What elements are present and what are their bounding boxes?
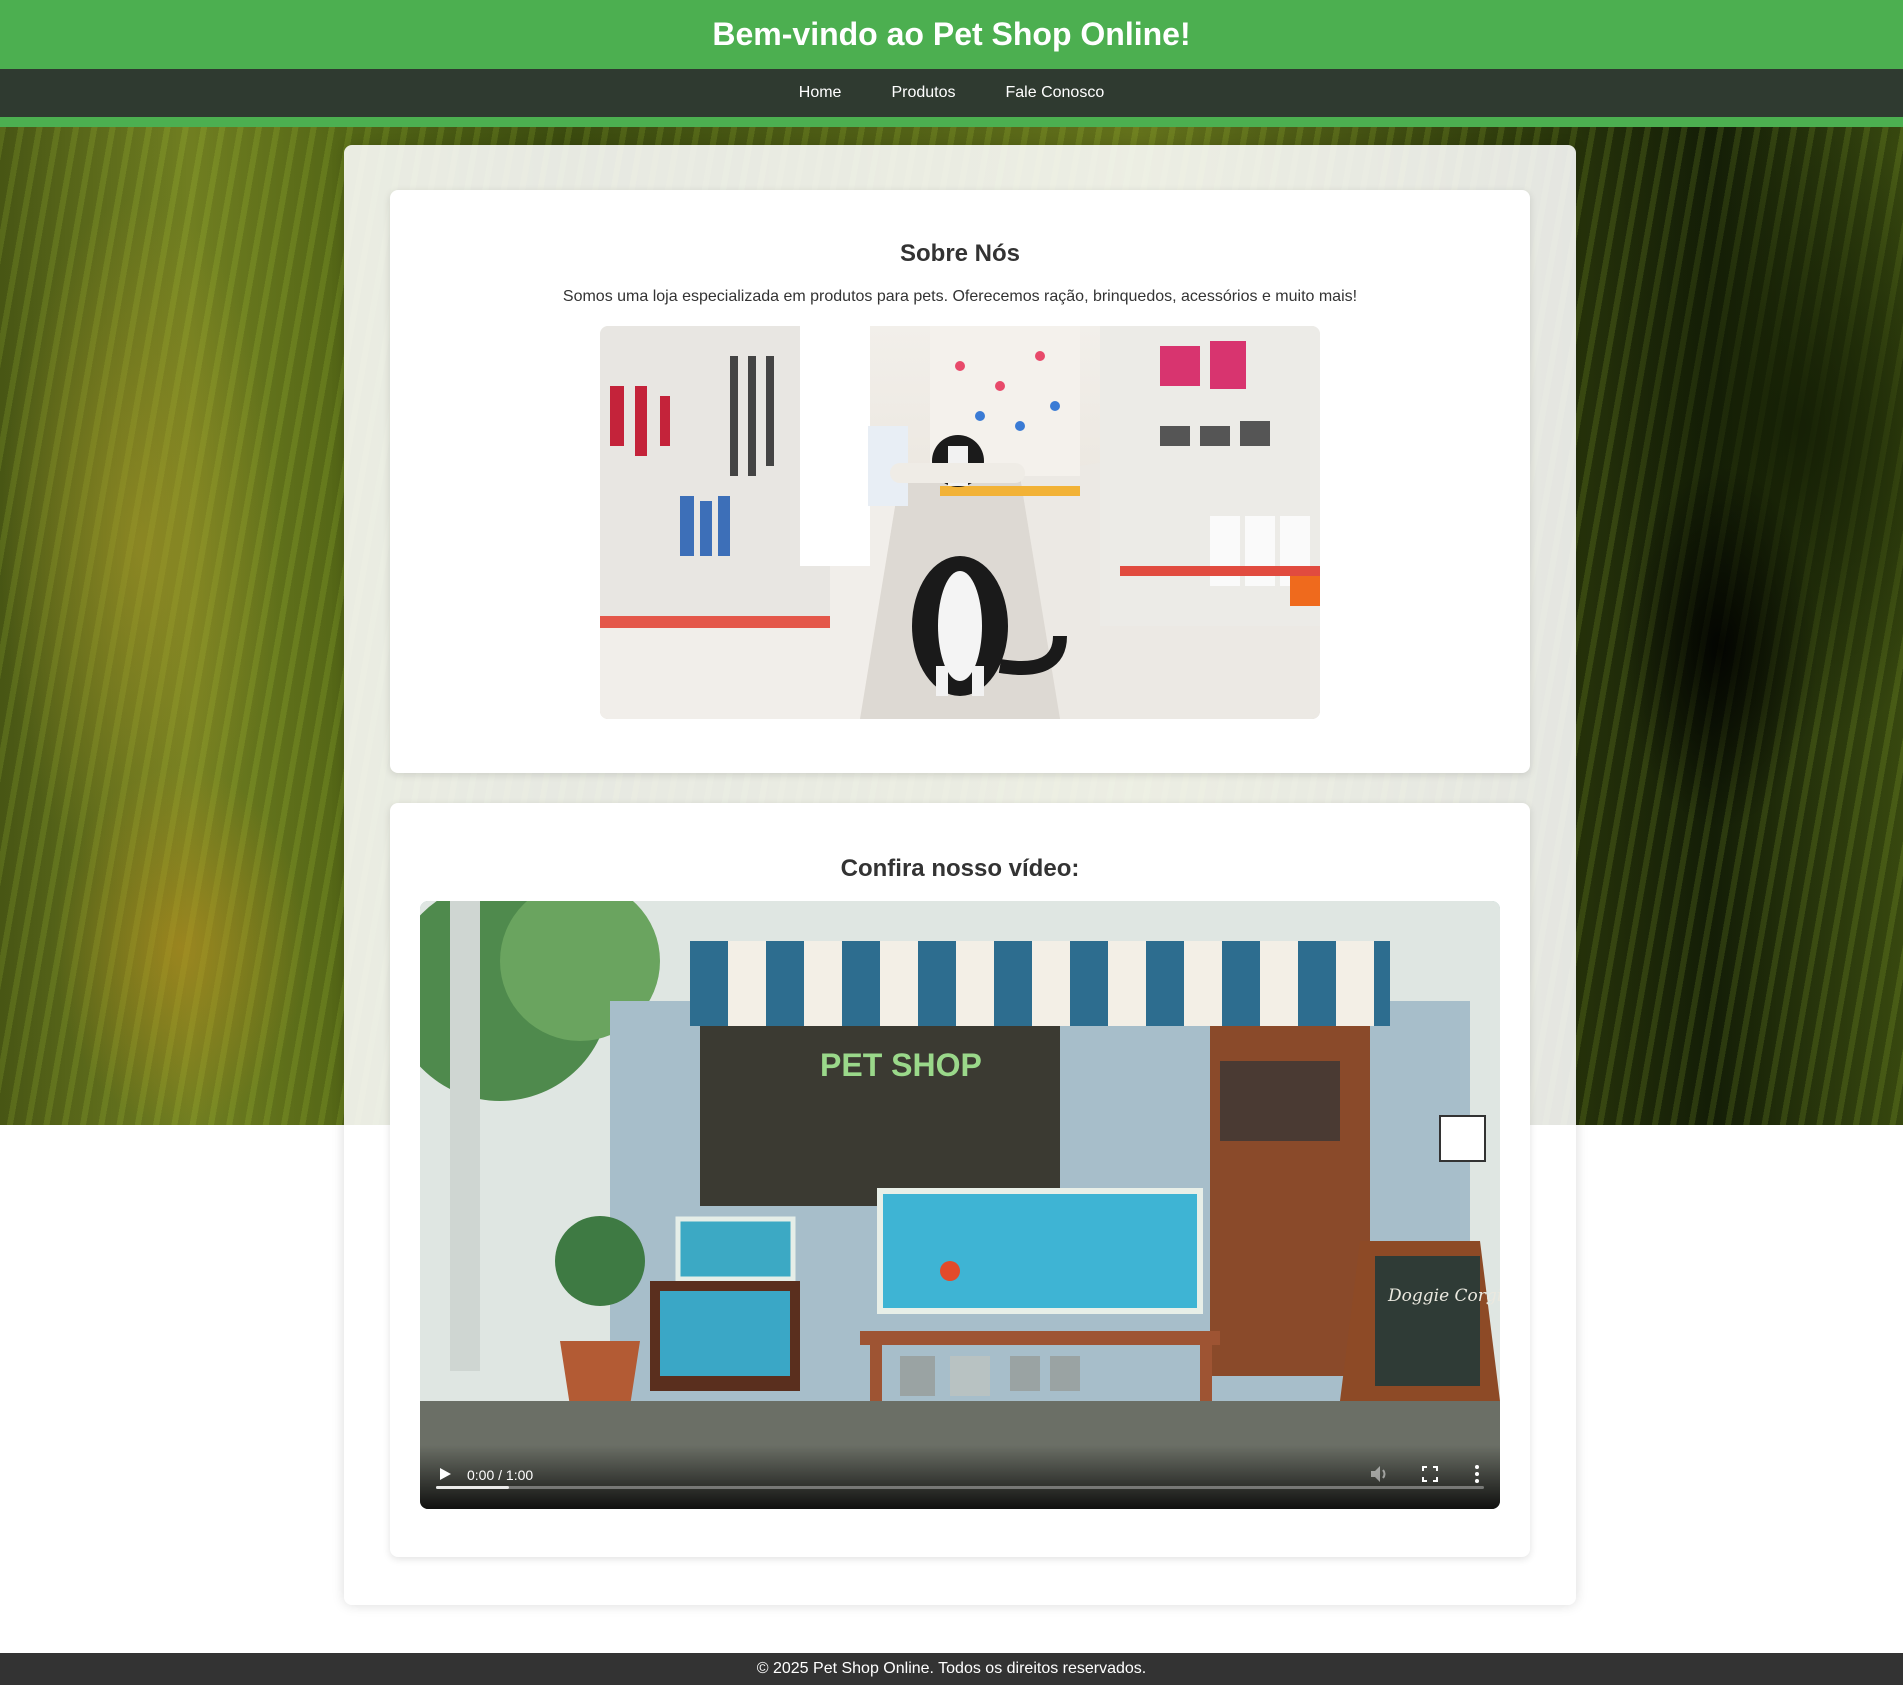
video-progress-fill	[436, 1486, 510, 1489]
video-time: 0:00 / 1:00	[467, 1467, 534, 1483]
pet-store-dog-photo	[600, 326, 1320, 719]
nav-home-link[interactable]: Home	[799, 84, 842, 102]
about-text: Somos uma loja especializada em produtos…	[562, 288, 1358, 305]
main-nav: Home Produtos Fale Conosco	[0, 69, 1903, 127]
video-player[interactable]: PET SHOP Doggie Corgi 0:00 / 1:00	[420, 901, 1500, 1509]
video-progress-bar[interactable]	[436, 1486, 1484, 1489]
site-header: Bem-vindo ao Pet Shop Online!	[0, 0, 1903, 69]
footer-text: © 2025 Pet Shop Online. Todos os direito…	[756, 1660, 1147, 1677]
about-title: Sobre Nós	[899, 240, 1021, 267]
about-section: Sobre Nós Somos uma loja especializada e…	[390, 190, 1530, 773]
pet-shop-sign-text: PET SHOP	[820, 1047, 982, 1083]
video-title: Confira nosso vídeo:	[840, 855, 1080, 882]
video-section: Confira nosso vídeo: PET SHOP Doggie Cor…	[390, 803, 1530, 1557]
nav-fale-conosco-link[interactable]: Fale Conosco	[1006, 84, 1105, 102]
nav-produtos-link[interactable]: Produtos	[891, 84, 955, 102]
chalkboard-text: Doggie Corgi	[1387, 1286, 1500, 1306]
more-options-icon[interactable]	[1474, 1464, 1480, 1484]
video-controls: 0:00 / 1:00	[420, 1445, 1500, 1509]
main-container: Sobre Nós Somos uma loja especializada e…	[344, 145, 1576, 1605]
play-icon[interactable]	[438, 1467, 452, 1481]
site-footer: © 2025 Pet Shop Online. Todos os direito…	[0, 1653, 1903, 1685]
site-title: Bem-vindo ao Pet Shop Online!	[712, 16, 1191, 52]
fullscreen-icon[interactable]	[1422, 1466, 1438, 1482]
volume-icon[interactable]	[1370, 1465, 1390, 1483]
